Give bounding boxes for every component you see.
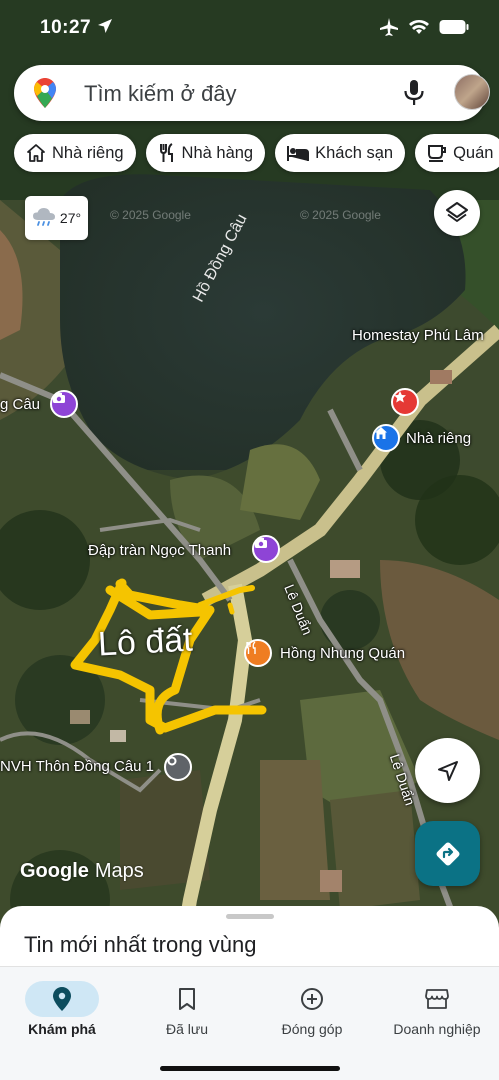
star-poi-icon[interactable] [391, 388, 419, 416]
rain-cloud-icon [32, 208, 55, 226]
chip-hotel[interactable]: Khách sạn [275, 134, 406, 172]
plot-annotation-label: Lô đất [97, 620, 194, 664]
explore-pin-icon [53, 987, 71, 1011]
bottom-navigation: Khám phá Đã lưu Đóng góp Doanh nghiệp [0, 966, 499, 1080]
home-indicator [160, 1066, 340, 1071]
restaurant-poi-icon[interactable] [244, 639, 272, 667]
google-maps-pin-icon [34, 78, 56, 108]
airplane-icon [380, 18, 398, 36]
place-label-restaurant[interactable]: Hồng Nhung Quán [280, 645, 405, 662]
status-bar: 10:27 [0, 0, 499, 56]
camera-poi-icon[interactable] [50, 390, 78, 418]
place-label-homestay[interactable]: Homestay Phú Lâm [352, 327, 484, 344]
chip-coffee[interactable]: Quán [415, 134, 499, 172]
google-maps-logo: Google Maps [20, 860, 144, 882]
location-arrow-icon [97, 19, 112, 33]
clock: 10:27 [40, 17, 113, 39]
nav-explore[interactable]: Khám phá [2, 981, 122, 1037]
camera-poi-icon[interactable] [252, 535, 280, 563]
nav-saved[interactable]: Đã lưu [127, 981, 247, 1037]
layers-icon [446, 202, 468, 222]
my-location-button[interactable] [415, 738, 480, 803]
avatar[interactable] [454, 74, 490, 110]
nav-business[interactable]: Doanh nghiệp [377, 981, 497, 1037]
watermark: © 2025 Google [300, 208, 381, 222]
place-label-home[interactable]: Nhà riêng [406, 430, 471, 447]
home-icon [27, 144, 45, 162]
wifi-icon [409, 20, 429, 34]
sheet-drag-handle[interactable] [226, 914, 274, 919]
category-chips: Nhà riêng Nhà hàng Khách sạn Quán [14, 134, 499, 172]
restaurant-icon [159, 143, 173, 162]
location-poi-icon[interactable] [164, 753, 192, 781]
sheet-title: Tin mới nhất trong vùng [24, 932, 257, 957]
place-label-attraction[interactable]: g Câu [0, 396, 40, 413]
place-label-dam[interactable]: Đập tràn Ngọc Thanh [88, 542, 231, 559]
bookmark-icon [179, 988, 195, 1010]
weather-badge[interactable]: 27° [25, 196, 88, 240]
search-input[interactable]: Tìm kiếm ở đây [84, 81, 237, 107]
chip-home[interactable]: Nhà riêng [14, 134, 136, 172]
place-label-cultural-house[interactable]: NVH Thôn Đồng Câu 1 [0, 758, 154, 775]
directions-button[interactable] [415, 821, 480, 886]
directions-icon [436, 842, 459, 865]
storefront-icon [425, 989, 449, 1009]
add-circle-icon [301, 988, 323, 1010]
watermark: © 2025 Google [110, 208, 191, 222]
coffee-icon [428, 145, 447, 162]
navigation-arrow-icon [437, 760, 458, 781]
layers-button[interactable] [434, 190, 480, 236]
microphone-icon[interactable] [402, 79, 426, 107]
chip-restaurant[interactable]: Nhà hàng [145, 134, 266, 172]
battery-icon [439, 20, 469, 34]
home-poi-icon[interactable] [372, 424, 400, 452]
search-bar[interactable]: Tìm kiếm ở đây [14, 65, 490, 121]
hotel-icon [287, 146, 310, 161]
nav-contribute[interactable]: Đóng góp [252, 981, 372, 1037]
